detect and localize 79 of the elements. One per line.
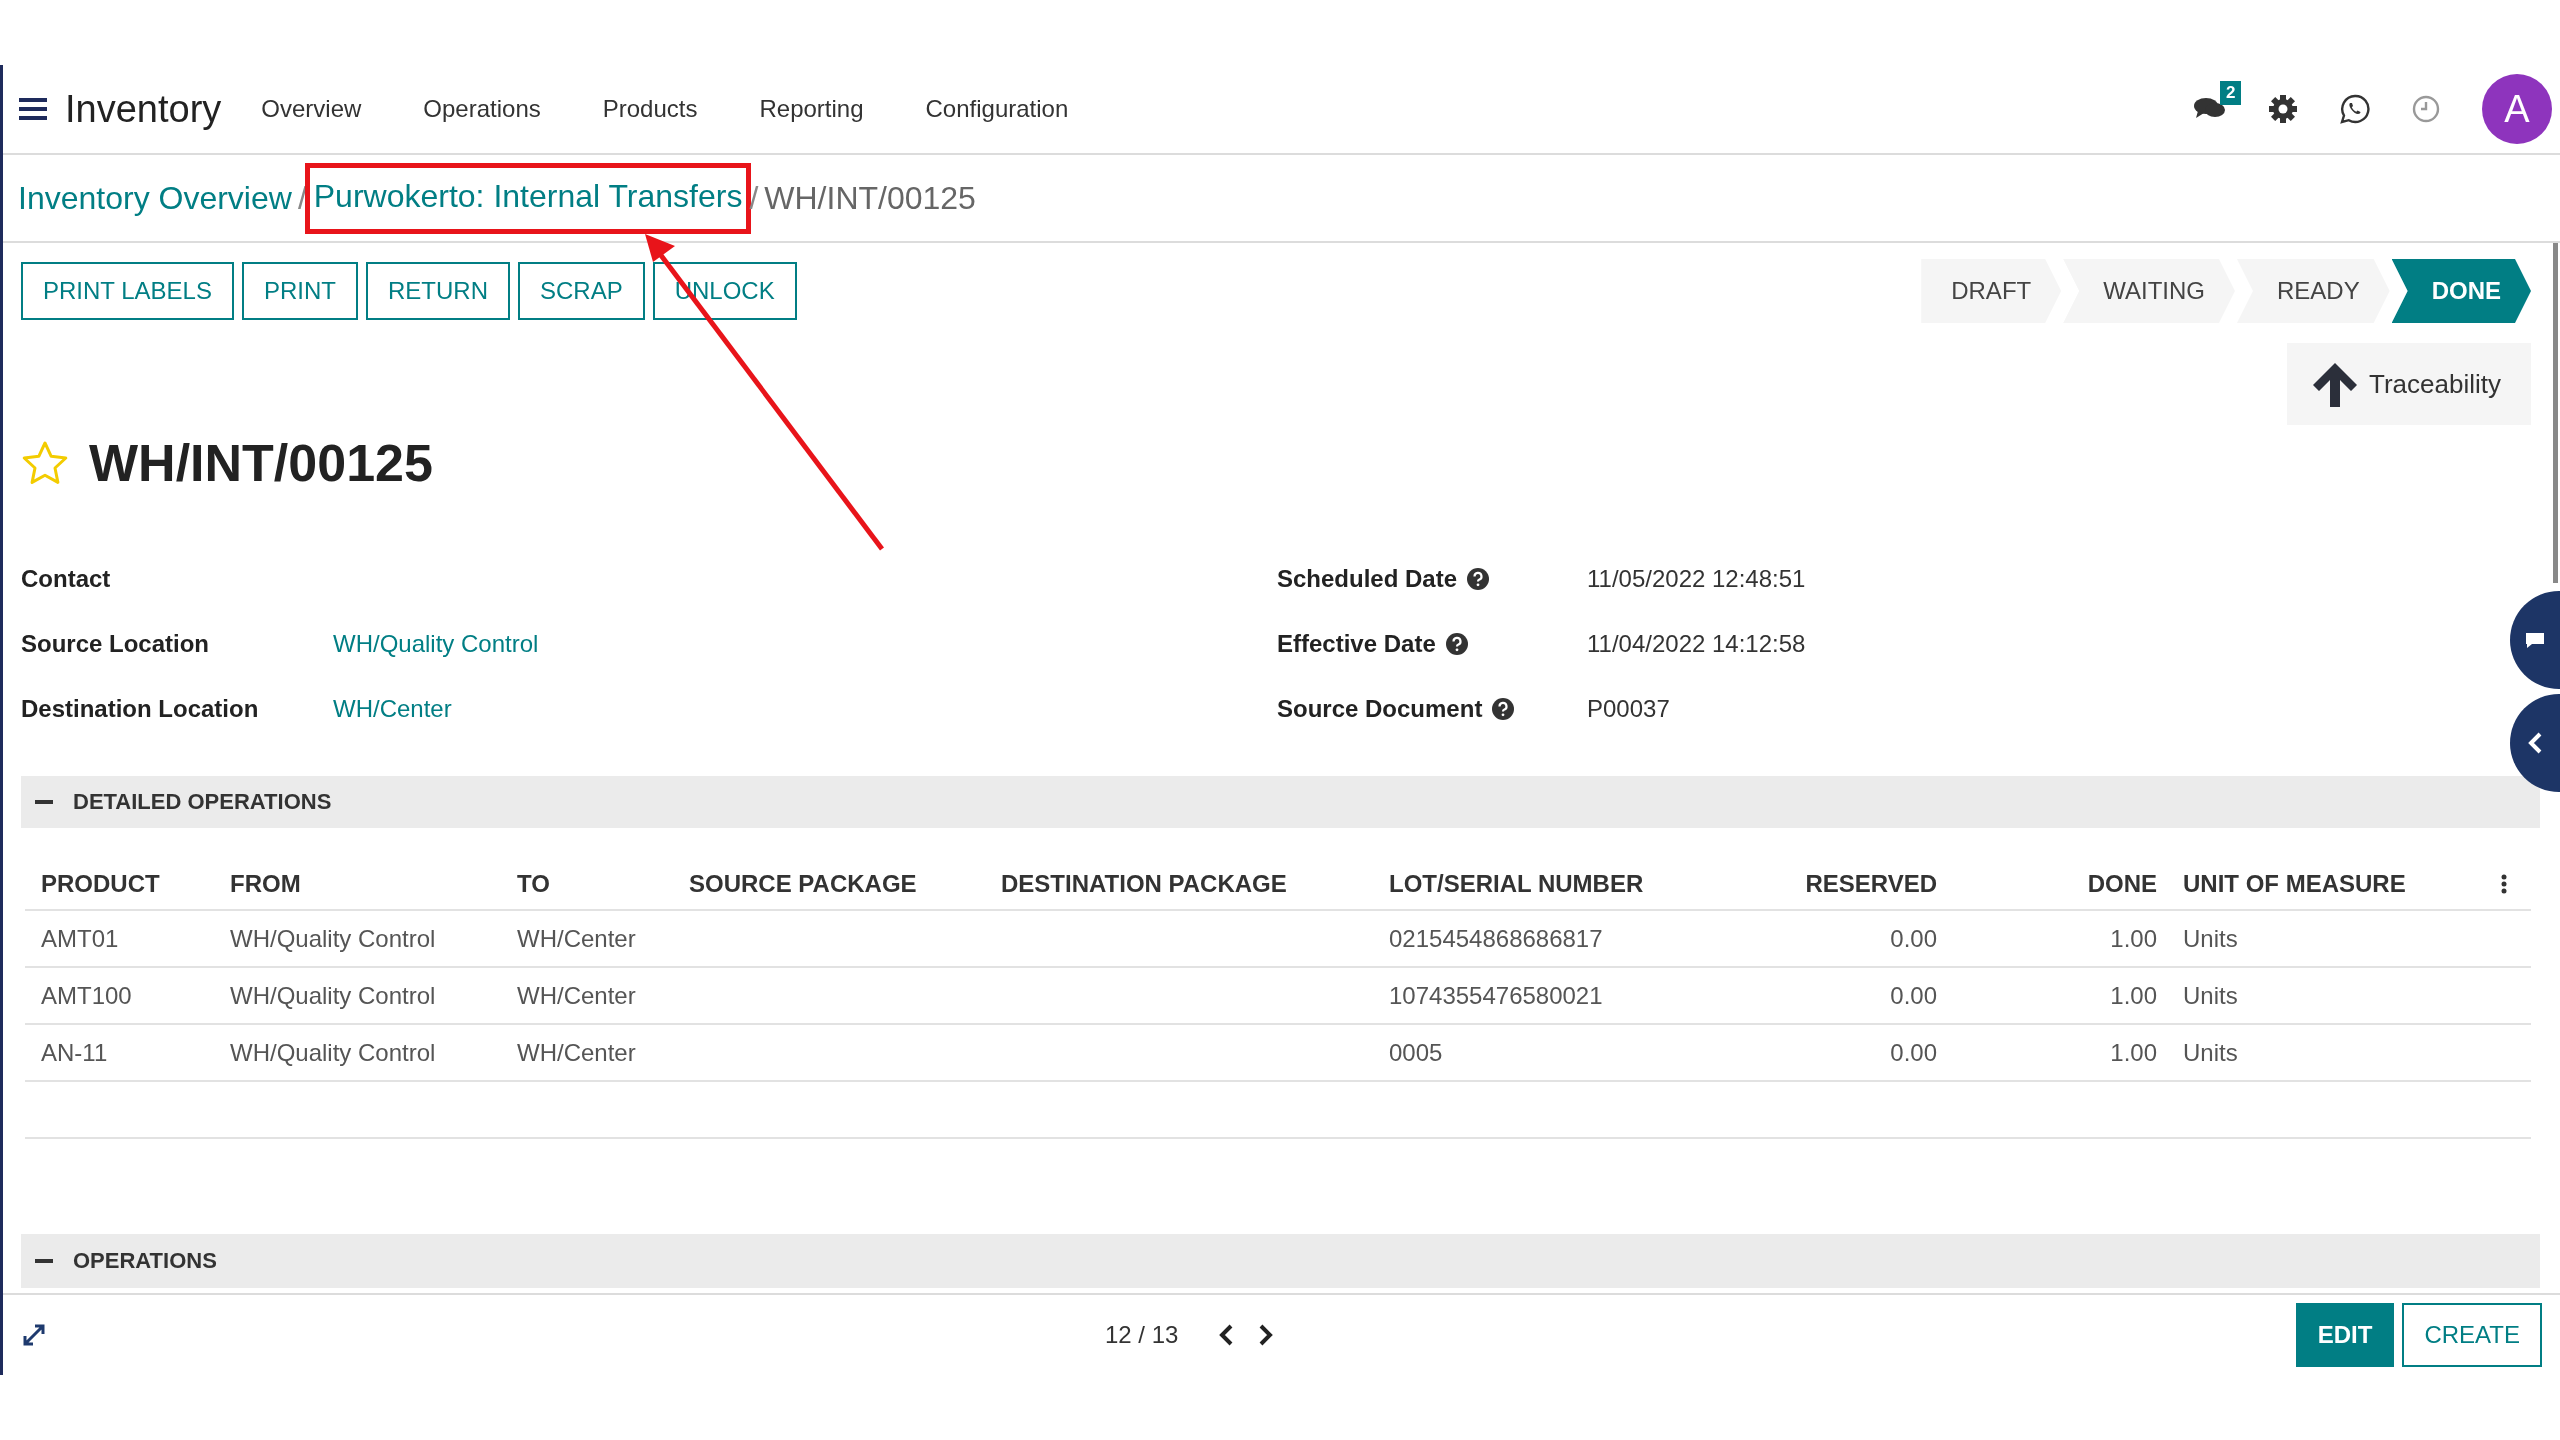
breadcrumb-item[interactable]: Inventory Overview — [18, 179, 292, 217]
table-cell-text: 0005 — [1388, 1038, 1444, 1067]
table-cell-text: WH/Center — [516, 924, 637, 953]
column-header[interactable]: UNIT OF MEASURE — [2167, 869, 2501, 898]
field-label: Source Document — [1277, 694, 1483, 723]
chevron-left-icon — [2527, 731, 2543, 755]
app-title: Inventory — [65, 87, 222, 131]
table-cell-text: WH/Quality Control — [229, 924, 437, 953]
action-button[interactable]: PRINT — [241, 262, 358, 320]
menu-item[interactable]: Reporting — [759, 95, 864, 123]
table-cell-text: 0.00 — [1889, 981, 1938, 1010]
expand-icon[interactable] — [23, 1324, 45, 1346]
breadcrumb-item[interactable]: Purwokerto: Internal Transfers — [313, 177, 743, 214]
breadcrumb-item: WH/INT/00125 — [764, 179, 976, 217]
clock-icon[interactable] — [2412, 95, 2440, 123]
traceability-button[interactable]: Traceability — [2287, 343, 2531, 425]
action-button[interactable]: PRINT LABELS — [21, 262, 234, 320]
table-cell-text: Units — [2182, 924, 2239, 953]
table-cell-text: 1.00 — [2109, 924, 2158, 953]
column-header[interactable]: DONE — [1947, 869, 2167, 898]
field-value: P00037 — [1587, 694, 1670, 723]
menu-item[interactable]: Configuration — [925, 95, 1069, 123]
table-cell-text: AN-11 — [40, 1038, 109, 1067]
field-label: Destination Location — [21, 694, 259, 723]
table-cell-text: 1.00 — [2109, 1038, 2158, 1067]
table-cell-text: WH/Quality Control — [229, 981, 437, 1010]
column-header[interactable]: FROM — [214, 869, 501, 898]
user-avatar[interactable]: A — [2482, 74, 2552, 144]
menu-icon[interactable] — [19, 97, 47, 121]
scrollbar[interactable] — [2553, 243, 2558, 583]
more-options-icon[interactable] — [2501, 873, 2507, 894]
table-cell-text: AMT01 — [40, 924, 120, 953]
table-cell-text: 1074355476580021 — [1388, 981, 1604, 1010]
column-header[interactable]: TO — [501, 869, 673, 898]
status-stage[interactable]: READY — [2236, 259, 2390, 323]
status-stage[interactable]: DONE — [2391, 259, 2531, 323]
column-header[interactable]: PRODUCT — [25, 869, 214, 898]
form-button[interactable]: EDIT — [2295, 1303, 2395, 1367]
status-stage[interactable]: DRAFT — [1921, 259, 2062, 323]
action-button[interactable]: RETURN — [365, 262, 510, 320]
chevron-right-icon — [1258, 1323, 1275, 1347]
column-header[interactable]: SOURCE PACKAGE — [673, 869, 985, 898]
chevron-left-icon — [1218, 1323, 1235, 1347]
table-cell-text: AMT100 — [40, 981, 133, 1010]
field-value: 11/05/2022 12:48:51 — [1587, 564, 1806, 593]
table-cell-text: WH/Quality Control — [229, 1038, 437, 1067]
table-cell-text: 0.00 — [1889, 1038, 1938, 1067]
table-cell-text: WH/Center — [516, 981, 637, 1010]
field-label: Source Location — [21, 629, 210, 658]
star-icon[interactable] — [21, 440, 69, 486]
table-cell-text: Units — [2182, 1038, 2239, 1067]
form-button[interactable]: CREATE — [2402, 1303, 2542, 1367]
column-header[interactable]: DESTINATION PACKAGE — [985, 869, 1373, 898]
table-cell-text: 0215454868686817 — [1388, 924, 1604, 953]
field-link[interactable]: WH/Center — [333, 694, 452, 723]
settings-icon[interactable] — [2268, 94, 2298, 124]
chat-icon — [2524, 631, 2546, 649]
table-cell-text: 1.00 — [2109, 981, 2158, 1010]
menu-item[interactable]: Operations — [423, 95, 541, 123]
field-label: Scheduled Date — [1277, 564, 1458, 593]
section-header[interactable]: DETAILED OPERATIONS — [21, 776, 2540, 828]
menu-item[interactable]: Products — [602, 95, 698, 123]
table-cell-text: 0.00 — [1889, 924, 1938, 953]
phone-chat-icon[interactable] — [2340, 94, 2370, 124]
field-link[interactable]: WH/Quality Control — [333, 629, 539, 658]
table-cell-text: Units — [2182, 981, 2239, 1010]
menu-item[interactable]: Overview — [261, 95, 362, 123]
table-cell-text: WH/Center — [516, 1038, 637, 1067]
column-header[interactable]: RESERVED — [1763, 869, 1947, 898]
action-button[interactable]: SCRAP — [517, 262, 645, 320]
field-value: 11/04/2022 14:12:58 — [1587, 629, 1806, 658]
message-count-badge: 2 — [2220, 81, 2242, 105]
status-stage[interactable]: WAITING — [2063, 259, 2235, 323]
field-label: Effective Date — [1277, 629, 1436, 658]
column-header[interactable]: LOT/SERIAL NUMBER — [1373, 869, 1763, 898]
field-label: Contact — [21, 564, 111, 593]
section-header[interactable]: OPERATIONS — [21, 1234, 2540, 1288]
record-title: WH/INT/00125 — [89, 433, 433, 493]
pager-counter: 12 / 13 — [1105, 1321, 1179, 1349]
